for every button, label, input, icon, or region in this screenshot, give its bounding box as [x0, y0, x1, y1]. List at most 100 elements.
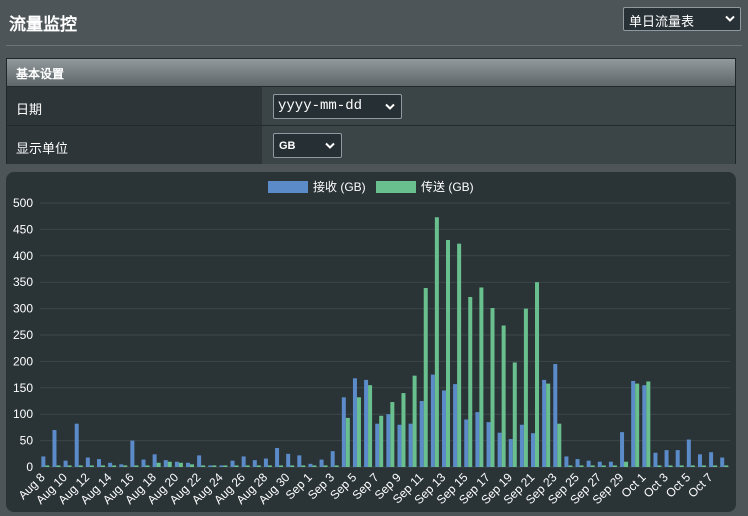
received-bar	[74, 423, 79, 467]
sent-bar	[557, 423, 562, 467]
received-bar	[52, 430, 57, 467]
sent-bar	[67, 465, 72, 467]
y-tick-label: 400	[13, 249, 33, 263]
received-bar	[486, 422, 491, 467]
received-bar	[197, 455, 202, 467]
received-bar	[341, 397, 346, 467]
sent-bar	[223, 465, 228, 467]
sent-bar	[89, 465, 94, 467]
sent-bar	[379, 415, 384, 467]
sent-bar	[523, 308, 528, 467]
sent-bar	[301, 465, 306, 467]
sent-bar	[635, 383, 640, 467]
received-bar	[430, 374, 435, 467]
received-bar	[564, 456, 569, 467]
received-bar	[497, 432, 502, 467]
sent-bar	[234, 465, 239, 467]
received-bar	[709, 452, 714, 467]
sent-bar	[156, 462, 161, 467]
sent-bar	[245, 465, 250, 467]
sent-bar	[201, 465, 206, 467]
received-bar	[408, 423, 413, 467]
received-bar	[697, 454, 702, 467]
legend-label: 传送 (GB)	[421, 179, 474, 194]
y-tick-label: 100	[13, 407, 33, 421]
received-bar	[642, 385, 647, 467]
received-bar	[219, 465, 224, 467]
received-bar	[453, 384, 458, 467]
y-tick-label: 0	[26, 460, 33, 474]
sent-bar	[657, 465, 662, 467]
traffic-view-select[interactable]: 单日流量表	[623, 7, 741, 31]
received-bar	[163, 460, 168, 467]
received-bar	[375, 423, 380, 467]
sent-bar	[390, 402, 395, 467]
received-bar	[352, 378, 357, 467]
unit-value: GB	[279, 140, 296, 152]
sent-bar	[535, 282, 540, 467]
x-tick-label: Oct 5	[663, 470, 693, 500]
sent-bar	[546, 383, 551, 467]
unit-select[interactable]: GB	[273, 133, 342, 158]
chevron-down-icon	[385, 103, 395, 110]
sent-bar	[323, 465, 328, 467]
received-bar	[620, 432, 625, 467]
received-bar	[508, 439, 513, 467]
x-tick-label: Oct 7	[685, 470, 715, 500]
received-bar	[241, 456, 246, 467]
sent-bar	[668, 465, 673, 467]
received-bar	[608, 461, 613, 467]
received-bar	[553, 364, 558, 467]
received-bar	[63, 460, 68, 467]
legend-label: 接收 (GB)	[313, 179, 366, 194]
traffic-chart-panel: 0 50 100 150 200 250 300 350 400 450 500 Aug 8 Aug 1…	[6, 172, 736, 512]
received-bar	[475, 412, 480, 467]
chevron-down-icon	[325, 142, 335, 149]
sent-bar	[78, 465, 83, 467]
received-bar	[519, 424, 524, 467]
received-bar	[330, 451, 335, 467]
received-bar	[664, 450, 669, 467]
sent-bar	[579, 465, 584, 467]
received-bar	[263, 458, 268, 467]
sent-bar	[601, 465, 606, 467]
received-bar	[386, 414, 391, 467]
sent-bar	[679, 465, 684, 467]
traffic-bar-chart: 050100150200250300350400450500Aug 8Aug 1…	[13, 179, 730, 507]
sent-bar	[479, 287, 484, 467]
sent-bar	[690, 465, 695, 467]
sent-bar	[279, 465, 284, 467]
sent-bar	[701, 465, 706, 467]
received-bar	[96, 459, 101, 467]
sent-bar	[646, 381, 651, 467]
sent-bar	[100, 465, 105, 467]
received-bar	[208, 465, 213, 467]
sent-bar	[401, 393, 406, 467]
received-bar	[586, 460, 591, 467]
sent-bar	[512, 362, 517, 467]
date-value: yyyy-mm-dd	[278, 98, 363, 114]
received-bar	[675, 450, 680, 467]
received-bar	[308, 463, 313, 467]
sent-bar	[612, 465, 617, 467]
sent-bar	[445, 239, 450, 467]
received-bar	[130, 440, 135, 467]
received-bar	[531, 433, 536, 467]
received-bar	[41, 456, 46, 467]
received-bar	[230, 460, 235, 467]
legend-swatch	[376, 181, 416, 193]
date-select[interactable]: yyyy-mm-dd	[273, 94, 402, 119]
received-bar	[152, 454, 157, 467]
sent-bar	[568, 465, 573, 467]
sent-bar	[56, 465, 61, 467]
received-bar	[186, 462, 191, 467]
y-tick-label: 200	[13, 354, 33, 368]
received-bar	[319, 459, 324, 467]
sent-bar	[145, 465, 150, 467]
sent-bar	[423, 288, 428, 467]
traffic-view-value: 单日流量表	[629, 14, 695, 29]
received-bar	[252, 460, 257, 467]
unit-label: 显示单位	[7, 126, 262, 164]
received-bar	[631, 380, 636, 467]
received-bar	[397, 424, 402, 467]
